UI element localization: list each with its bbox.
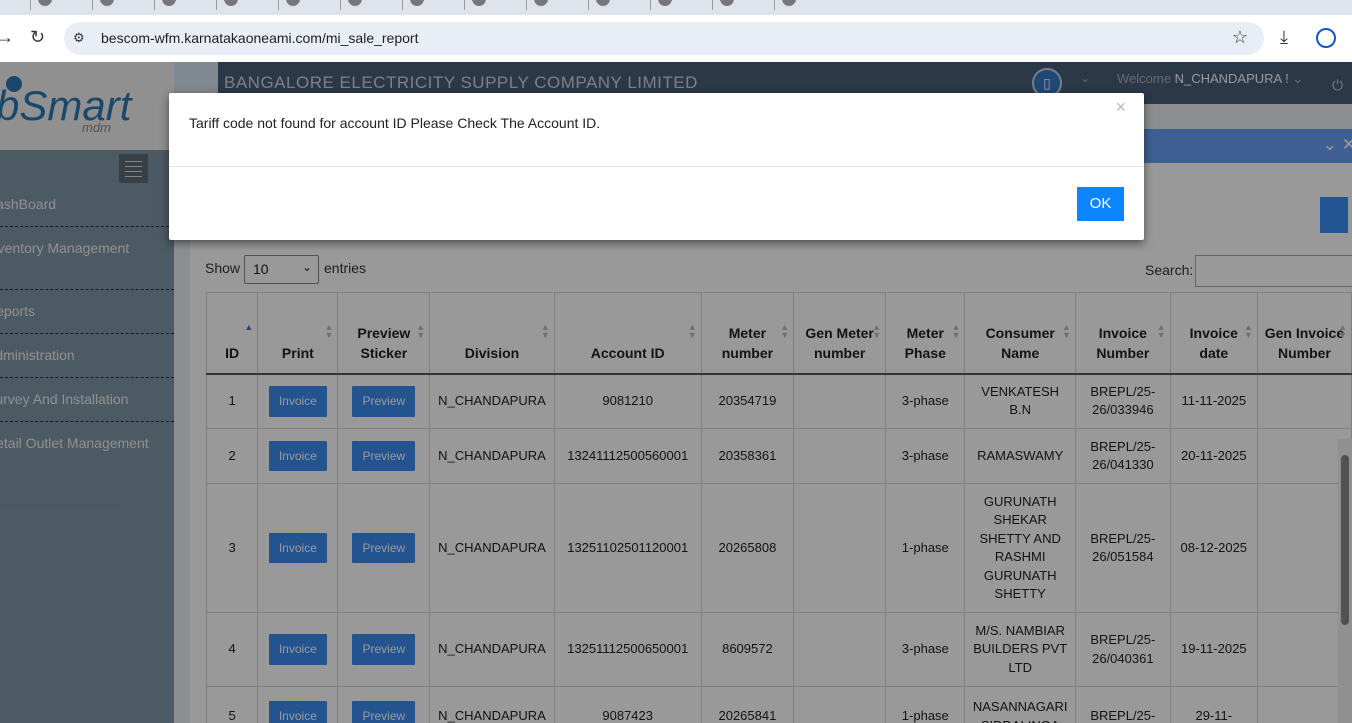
tab-divider	[402, 0, 403, 10]
tab-divider	[650, 0, 651, 10]
tab-divider	[464, 0, 465, 10]
tab-divider	[154, 0, 155, 10]
tab-divider	[340, 0, 341, 10]
tab-divider	[526, 0, 527, 10]
tab-favicon-icon[interactable]	[596, 0, 610, 6]
tab-favicon-icon[interactable]	[38, 0, 52, 6]
download-icon[interactable]: ⤓	[1280, 27, 1288, 48]
tab-divider	[774, 0, 775, 10]
browser-tab-strip[interactable]	[0, 0, 1352, 15]
tab-favicon-icon[interactable]	[100, 0, 114, 6]
alert-message: Tariff code not found for account ID Ple…	[189, 115, 601, 131]
tab-favicon-icon[interactable]	[782, 0, 796, 6]
tab-divider	[588, 0, 589, 10]
address-bar[interactable]: ⚙ bescom-wfm.karnatakaoneami.com/mi_sale…	[64, 22, 1264, 55]
tab-divider	[712, 0, 713, 10]
tab-favicon-icon[interactable]	[348, 0, 362, 6]
tab-divider	[30, 0, 31, 10]
ok-button[interactable]: OK	[1077, 187, 1124, 221]
profile-icon[interactable]	[1316, 28, 1336, 48]
tab-favicon-icon[interactable]	[162, 0, 176, 6]
site-settings-icon[interactable]: ⚙	[73, 30, 85, 46]
tab-favicon-icon[interactable]	[224, 0, 238, 6]
tab-favicon-icon[interactable]	[534, 0, 548, 6]
tab-favicon-icon[interactable]	[658, 0, 672, 6]
divider	[169, 166, 1144, 167]
bookmark-star-icon[interactable]: ☆	[1232, 27, 1248, 48]
tab-divider	[92, 0, 93, 10]
alert-dialog: Tariff code not found for account ID Ple…	[169, 93, 1144, 240]
tab-favicon-icon[interactable]	[472, 0, 486, 6]
tab-favicon-icon[interactable]	[286, 0, 300, 6]
tab-divider	[278, 0, 279, 10]
reload-icon[interactable]: ↻	[30, 27, 45, 48]
forward-icon[interactable]: →	[0, 27, 14, 48]
tab-favicon-icon[interactable]	[410, 0, 424, 6]
tab-divider	[216, 0, 217, 10]
url-text[interactable]: bescom-wfm.karnatakaoneami.com/mi_sale_r…	[101, 30, 418, 46]
close-icon[interactable]: ×	[1115, 97, 1126, 118]
browser-toolbar: → ↻ ⚙ bescom-wfm.karnatakaoneami.com/mi_…	[0, 15, 1352, 62]
tab-favicon-icon[interactable]	[720, 0, 734, 6]
